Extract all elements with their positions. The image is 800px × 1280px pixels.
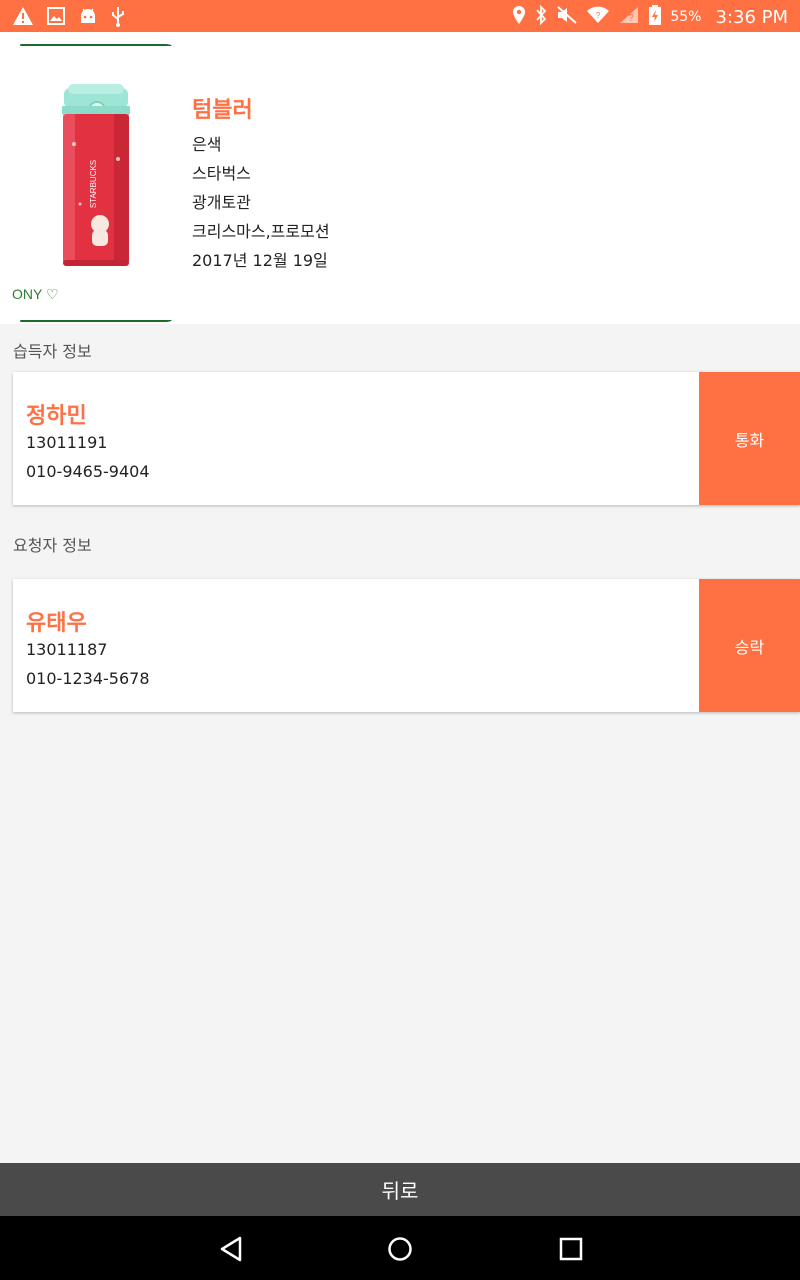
battery-percent: 55% — [670, 9, 702, 25]
photo-bottom-border — [20, 320, 172, 322]
back-button[interactable]: 뒤로 — [0, 1163, 800, 1216]
nav-home-icon[interactable] — [385, 1234, 415, 1264]
warning-icon — [12, 6, 34, 30]
location-icon — [512, 5, 526, 29]
image-icon — [46, 6, 66, 30]
requester-section-label: 요청자 정보 — [13, 536, 92, 555]
tumbler-image: STARBUCKS — [62, 84, 130, 266]
signal-icon: ? — [618, 5, 640, 29]
accept-button[interactable]: 승락 — [699, 579, 800, 712]
call-button[interactable]: 통화 — [699, 372, 800, 505]
android-icon — [78, 6, 98, 30]
requester-name: 유태우 — [26, 611, 87, 636]
status-bar: ? ? 55% 3:36 PM — [0, 0, 800, 32]
item-location: 광개토관 — [192, 193, 251, 212]
battery-icon — [648, 4, 662, 30]
photo-caption: ONY ♡ — [12, 286, 59, 302]
requester-phone: 010-1234-5678 — [26, 669, 150, 688]
item-tags: 크리스마스,프로모션 — [192, 222, 330, 241]
item-title: 텀블러 — [192, 98, 253, 123]
svg-text:?: ? — [629, 13, 635, 24]
item-date: 2017년 12월 19일 — [192, 251, 328, 270]
finder-card: 정하민 13011191 010-9465-9404 통화 — [13, 372, 800, 505]
bluetooth-icon — [534, 4, 548, 29]
item-brand: 스타벅스 — [192, 164, 251, 183]
mute-icon — [556, 5, 578, 29]
usb-icon — [110, 5, 126, 31]
nav-back-icon[interactable] — [216, 1234, 246, 1264]
item-color: 은색 — [192, 135, 222, 154]
svg-text:?: ? — [596, 11, 601, 20]
item-header: STARBUCKS ONY ♡ 텀블러 은색 스타벅스 광개토관 크리스마스,프… — [0, 32, 800, 324]
finder-phone: 010-9465-9404 — [26, 462, 150, 481]
clock: 3:36 PM — [715, 6, 788, 28]
wifi-icon: ? — [586, 5, 610, 29]
item-photo: STARBUCKS ONY ♡ — [10, 44, 178, 322]
finder-name: 정하민 — [26, 404, 87, 429]
nav-recents-icon[interactable] — [556, 1234, 586, 1264]
requester-card: 유태우 13011187 010-1234-5678 승락 — [13, 579, 800, 712]
finder-section-label: 습득자 정보 — [13, 342, 92, 361]
navigation-bar — [0, 1216, 800, 1280]
svg-text:STARBUCKS: STARBUCKS — [89, 160, 98, 208]
item-info: 텀블러 은색 스타벅스 광개토관 크리스마스,프로모션 2017년 12월 19… — [192, 92, 330, 275]
requester-student-id: 13011187 — [26, 640, 108, 659]
finder-student-id: 13011191 — [26, 433, 108, 452]
